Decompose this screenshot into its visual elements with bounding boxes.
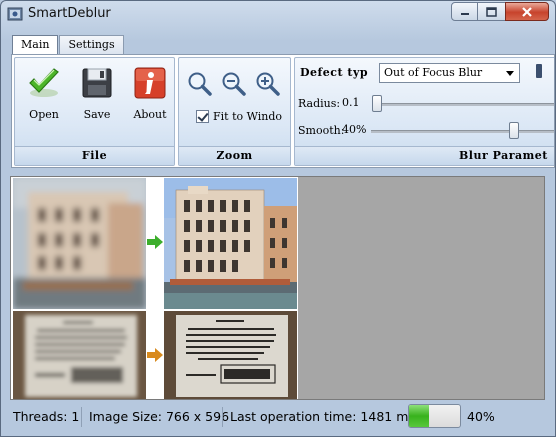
checkbox-checked-icon[interactable] xyxy=(196,110,209,123)
tab-main[interactable]: Main xyxy=(12,35,59,55)
arrow-right-orange-icon xyxy=(147,348,163,362)
progress-percent: 40% xyxy=(467,409,495,424)
tab-settings[interactable]: Settings xyxy=(59,35,124,54)
image-size-status: Image Size: 766 x 596 xyxy=(89,409,230,424)
blurred-document-photo xyxy=(13,311,146,399)
blur-parameters-group-label: Blur Paramet xyxy=(295,146,554,165)
close-icon xyxy=(522,6,532,17)
status-bar: Threads: 1 Image Size: 766 x 596 Last op… xyxy=(1,403,555,431)
arrow-right-green-icon xyxy=(147,235,163,249)
magnifier-icon[interactable] xyxy=(187,71,213,97)
threads-status: Threads: 1 xyxy=(13,409,80,424)
progress-bar xyxy=(408,404,461,428)
smooth-slider-track[interactable] xyxy=(371,130,554,133)
maximize-button[interactable] xyxy=(478,2,505,21)
info-icon xyxy=(134,67,166,99)
minimize-button[interactable] xyxy=(451,2,478,21)
tab-strip: Main Settings xyxy=(12,35,125,55)
radius-slider-thumb[interactable] xyxy=(372,95,382,112)
about-button[interactable]: About xyxy=(125,66,175,121)
save-label: Save xyxy=(83,108,111,121)
fit-to-window-checkbox[interactable]: Fit to Windo xyxy=(196,110,282,123)
defect-type-value: Out of Focus Blur xyxy=(384,66,483,79)
defect-type-select[interactable]: Out of Focus Blur xyxy=(379,63,520,83)
open-label: Open xyxy=(29,108,59,121)
defect-type-label: Defect typ xyxy=(300,66,369,79)
sharp-document-photo xyxy=(164,311,297,399)
file-group: Open Save About File xyxy=(14,57,175,166)
title-bar: SmartDeblur xyxy=(1,1,555,27)
last-operation-status: Last operation time: 1481 ms xyxy=(230,409,415,424)
status-divider xyxy=(222,407,223,427)
zoom-out-icon[interactable] xyxy=(221,71,247,97)
example-image-panel xyxy=(11,177,298,399)
about-label: About xyxy=(133,108,167,121)
app-icon xyxy=(7,7,23,21)
zoom-in-icon[interactable] xyxy=(255,71,281,97)
image-canvas[interactable] xyxy=(10,176,545,400)
zoom-group: Fit to Windo Zoom xyxy=(178,57,291,166)
blur-parameters-group: Defect typ Out of Focus Blur Radius: 0.1… xyxy=(294,57,554,166)
radius-slider-track[interactable] xyxy=(373,103,554,106)
file-group-label: File xyxy=(15,146,174,165)
app-window: SmartDeblur Main Settings Open Save Abou… xyxy=(0,0,556,437)
maximize-icon xyxy=(486,6,497,17)
minimize-icon xyxy=(460,12,469,15)
status-divider xyxy=(81,407,82,427)
smooth-value: 40% xyxy=(342,123,367,136)
sharp-building-photo xyxy=(164,178,297,309)
close-button[interactable] xyxy=(505,2,549,21)
window-title: SmartDeblur xyxy=(28,6,111,21)
progress-fill xyxy=(409,405,430,427)
save-button[interactable]: Save xyxy=(72,66,122,121)
smooth-label: Smooth: xyxy=(298,124,345,137)
overflow-scroll-indicator[interactable] xyxy=(536,64,542,78)
open-button[interactable]: Open xyxy=(19,66,69,121)
blurred-building-photo xyxy=(13,178,146,309)
floppy-disk-icon xyxy=(82,68,112,98)
radius-label: Radius: xyxy=(298,97,341,110)
chevron-down-icon xyxy=(506,71,514,76)
smooth-slider-thumb[interactable] xyxy=(509,122,519,139)
radius-value: 0.1 xyxy=(342,96,360,109)
ribbon-panel: Open Save About File Fit to Windo Zoom D… xyxy=(11,54,555,168)
zoom-group-label: Zoom xyxy=(179,146,290,165)
fit-to-window-label: Fit to Windo xyxy=(213,110,282,123)
check-icon xyxy=(29,68,59,97)
